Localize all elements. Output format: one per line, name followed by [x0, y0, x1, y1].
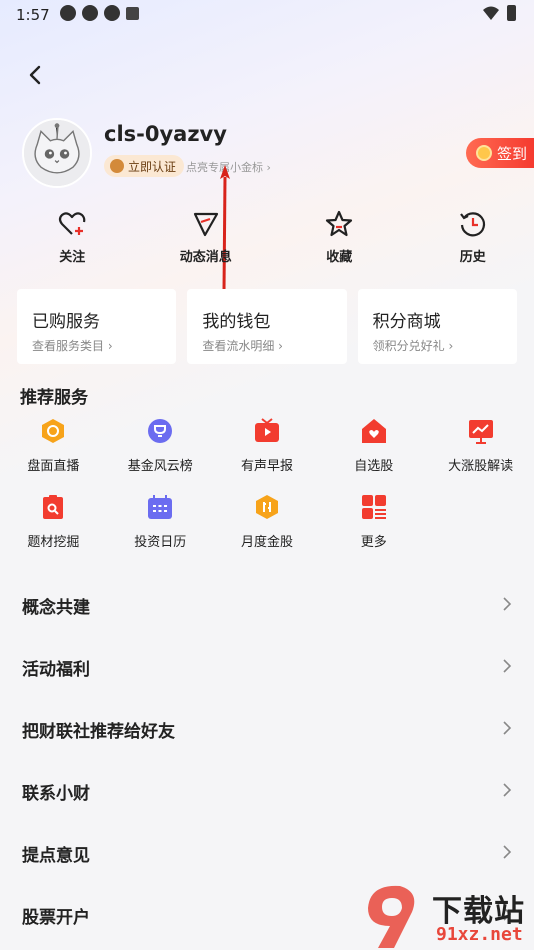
service-label: 题材挖掘	[27, 535, 80, 550]
service-cards: 已购服务 查看服务类目 › 我的钱包 查看流水明细 › 积分商城 领积分兑好礼 …	[17, 289, 517, 364]
menu-label: 活动福利	[22, 660, 90, 680]
quick-label: 动态消息	[179, 250, 232, 265]
section-title-recommended: 推荐服务	[20, 388, 88, 408]
status-bar: 1:57	[0, 0, 534, 30]
watermark-logo: 下载站 91xz.net	[360, 882, 534, 950]
service-investment-calendar[interactable]: 投资日历	[107, 492, 214, 568]
coin-icon	[476, 145, 492, 161]
menu-item-recommend[interactable]: 把财联社推荐给好友	[0, 697, 534, 759]
service-live[interactable]: 盘面直播	[0, 416, 107, 492]
card-title: 已购服务	[32, 312, 100, 332]
chevron-right-icon	[503, 783, 512, 797]
trophy-icon	[148, 419, 173, 443]
history-clock-icon	[459, 212, 485, 237]
card-subtitle: 查看流水明细 ›	[202, 339, 283, 353]
chevron-right-icon	[503, 597, 512, 611]
top-bar	[0, 55, 534, 95]
diamond-badge-icon	[110, 159, 124, 173]
status-time: 1:57	[16, 6, 50, 24]
service-label: 更多	[360, 535, 387, 550]
home-heart-icon	[361, 419, 386, 443]
verify-label: 立即认证	[128, 159, 177, 174]
quick-label: 历史	[459, 250, 486, 265]
paper-plane-icon	[193, 212, 218, 237]
menu-label: 联系小财	[22, 784, 90, 804]
checkin-label: 签到	[497, 144, 528, 163]
card-subtitle: 领积分兑好礼 ›	[372, 339, 454, 353]
menu-label: 股票开户	[22, 908, 90, 928]
notification-icon	[126, 7, 139, 20]
service-monthly-gold-stock[interactable]: 月度金股	[214, 492, 321, 568]
live-dashboard-icon	[42, 419, 65, 443]
menu-label: 概念共建	[22, 598, 90, 618]
verify-button[interactable]: 立即认证	[104, 155, 185, 177]
quick-follow[interactable]: 关注	[11, 210, 134, 270]
service-label: 月度金股	[240, 535, 293, 550]
menu-item-benefits[interactable]: 活动福利	[0, 635, 534, 697]
service-label: 有声早报	[240, 459, 293, 474]
menu-item-contact[interactable]: 联系小财	[0, 759, 534, 821]
grid-more-icon	[361, 495, 386, 519]
chart-up-icon	[468, 420, 493, 444]
back-icon[interactable]	[22, 61, 50, 89]
cat-avatar-icon	[24, 120, 90, 186]
calendar-icon	[148, 495, 173, 519]
menu-label: 把财联社推荐给好友	[22, 722, 175, 742]
battery-icon	[507, 5, 516, 21]
card-purchased-services[interactable]: 已购服务 查看服务类目 ›	[17, 289, 177, 364]
service-label: 基金风云榜	[127, 459, 193, 474]
tv-play-icon	[254, 418, 279, 442]
clipboard-search-icon	[43, 495, 64, 519]
checkin-button[interactable]: 签到	[466, 138, 534, 168]
service-fund-rank[interactable]: 基金风云榜	[107, 416, 214, 492]
system-icons	[483, 5, 516, 21]
notification-icon	[104, 5, 120, 21]
wifi-icon	[483, 6, 499, 20]
menu-item-feedback[interactable]: 提点意见	[0, 821, 534, 883]
card-wallet[interactable]: 我的钱包 查看流水明细 ›	[187, 289, 347, 364]
card-subtitle: 查看服务类目 ›	[32, 339, 113, 353]
quick-history[interactable]: 历史	[412, 210, 534, 270]
watermark-url: 91xz.net	[436, 924, 523, 945]
username: cls-0yazvy	[104, 122, 227, 146]
service-audio-news[interactable]: 有声早报	[214, 416, 321, 492]
notification-icon	[60, 5, 76, 21]
service-theme-mining[interactable]: 题材挖掘	[0, 492, 107, 568]
menu-label: 提点意见	[22, 846, 90, 866]
quick-messages[interactable]: 动态消息	[145, 210, 268, 270]
watermark-9-icon	[368, 885, 415, 948]
avatar[interactable]	[22, 118, 92, 188]
profile-header: cls-0yazvy 立即认证 点亮专属小金标 › 签到	[22, 118, 534, 190]
chevron-right-icon	[503, 659, 512, 673]
menu-item-concept[interactable]: 概念共建	[0, 573, 534, 635]
service-more[interactable]: 更多	[320, 492, 427, 568]
heart-plus-icon	[59, 212, 86, 235]
recommended-services: 盘面直播 基金风云榜 有声早报 自选股 大涨股解读 题材挖掘 投资日历 月度金股…	[0, 416, 534, 568]
card-title: 积分商城	[372, 312, 441, 332]
quick-actions: 关注 动态消息 收藏 历史	[0, 210, 534, 270]
gold-hexagon-icon	[255, 495, 278, 519]
service-label: 投资日历	[134, 535, 187, 550]
notification-icons	[60, 5, 139, 21]
service-label: 盘面直播	[27, 459, 80, 474]
card-title: 我的钱包	[202, 312, 271, 332]
service-label: 大涨股解读	[448, 459, 514, 474]
quick-label: 收藏	[326, 250, 353, 265]
notification-icon	[82, 5, 98, 21]
quick-label: 关注	[59, 250, 86, 265]
service-watchlist[interactable]: 自选股	[320, 416, 427, 492]
card-points-mall[interactable]: 积分商城 领积分兑好礼 ›	[357, 289, 517, 364]
chevron-right-icon	[503, 721, 512, 735]
star-icon	[326, 210, 353, 237]
service-label: 自选股	[354, 459, 394, 474]
service-surge-analysis[interactable]: 大涨股解读	[427, 416, 534, 492]
chevron-right-icon	[503, 845, 512, 859]
quick-favorites[interactable]: 收藏	[278, 210, 401, 270]
